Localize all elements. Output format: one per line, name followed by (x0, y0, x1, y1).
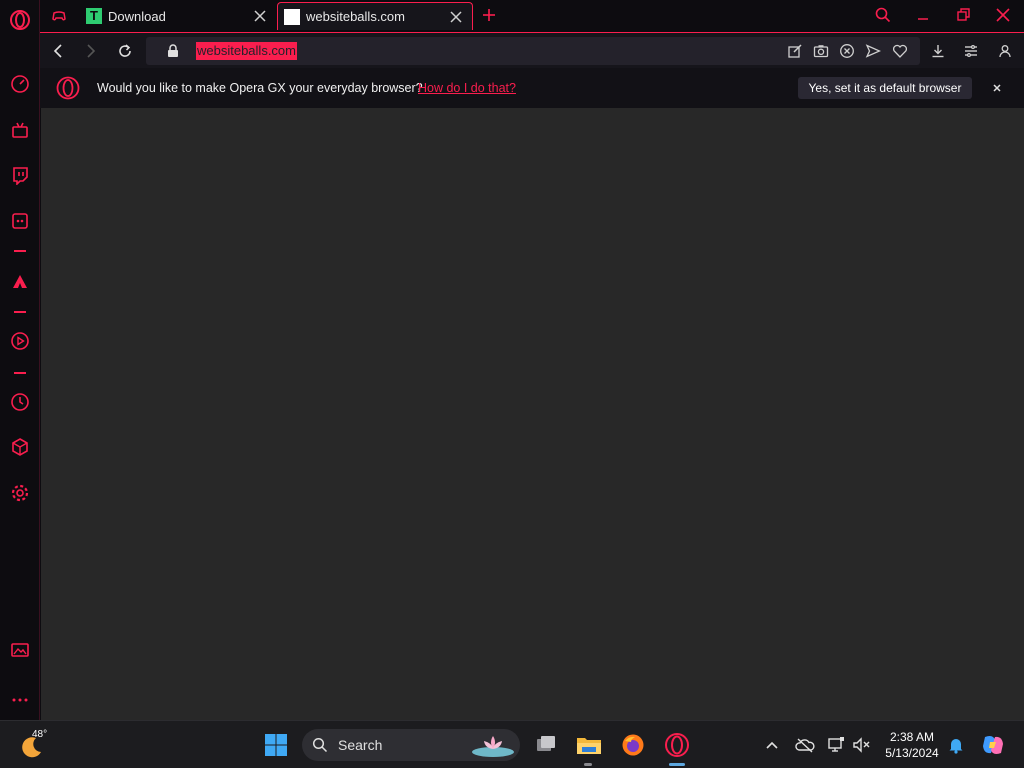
weather-temp: 48° (32, 729, 48, 740)
new-tab-plus-icon[interactable] (480, 6, 498, 24)
address-bar[interactable]: websiteballs.com (146, 37, 920, 65)
opera-sidebar (0, 0, 40, 720)
heart-bookmark-icon[interactable] (891, 42, 909, 60)
system-clock[interactable]: 2:38 AM 5/13/2024 (882, 729, 942, 761)
settings-gear-icon[interactable] (8, 481, 32, 505)
forward-arrow-icon[interactable] (81, 41, 101, 61)
tab-download[interactable]: T Download (78, 2, 276, 30)
clock-time: 2:38 AM (889, 730, 935, 744)
lock-icon[interactable] (164, 42, 182, 60)
active-app-indicator (669, 763, 685, 766)
notification-bell-icon[interactable] (946, 735, 966, 755)
opera-logo-icon (56, 76, 80, 100)
clock-date: 5/13/2024 (885, 746, 939, 760)
aria-icon[interactable] (8, 269, 32, 293)
profile-icon[interactable] (995, 41, 1015, 61)
infobar-message: Would you like to make Opera GX your eve… (97, 81, 423, 95)
lotus-flower-icon (470, 732, 516, 758)
url-text[interactable]: websiteballs.com (196, 42, 297, 60)
page-content[interactable] (41, 108, 1024, 720)
close-tab-icon[interactable] (448, 9, 464, 25)
set-default-browser-button[interactable]: Yes, set it as default browser (798, 77, 972, 99)
screen: T Download websiteballs.com websiteballs… (0, 0, 1024, 768)
extensions-cube-icon[interactable] (8, 435, 32, 459)
browser-toolbar: websiteballs.com (40, 32, 1024, 68)
discord-icon[interactable] (8, 209, 32, 233)
speedometer-icon[interactable] (8, 72, 32, 96)
gx-control-icon[interactable] (50, 7, 68, 25)
taskbar-search[interactable]: Search (302, 729, 520, 761)
task-view-icon[interactable] (532, 731, 560, 759)
send-icon[interactable] (864, 42, 882, 60)
edit-icon[interactable] (786, 42, 804, 60)
t-favicon-icon: T (86, 8, 102, 24)
tab-title: Download (108, 8, 166, 24)
sidebar-separator (14, 311, 26, 313)
onedrive-offline-icon[interactable] (795, 735, 815, 755)
wallpaper-image-icon[interactable] (8, 638, 32, 662)
firefox-icon[interactable] (619, 731, 647, 759)
easy-setup-icon[interactable] (961, 41, 981, 61)
minimize-icon[interactable] (914, 6, 932, 24)
more-dots-icon[interactable] (8, 688, 32, 712)
history-clock-icon[interactable] (8, 390, 32, 414)
gx-corner-icon[interactable] (8, 118, 32, 142)
running-indicator (584, 763, 592, 766)
opera-logo-icon[interactable] (8, 8, 32, 32)
search-label: Search (338, 737, 383, 753)
how-to-link[interactable]: How do I do that? (418, 81, 516, 95)
tab-title: websiteballs.com (306, 9, 405, 24)
search-icon (312, 737, 328, 753)
player-icon[interactable] (8, 329, 32, 353)
windows-taskbar: 48° Search 2:38 AM 5/13/2024 (0, 720, 1024, 768)
close-tab-icon[interactable] (252, 8, 268, 24)
file-explorer-icon[interactable] (575, 731, 603, 759)
volume-muted-icon[interactable] (852, 735, 872, 755)
back-arrow-icon[interactable] (48, 41, 68, 61)
window-close-icon[interactable] (994, 6, 1012, 24)
restore-icon[interactable] (954, 6, 972, 24)
chevron-up-icon[interactable] (762, 735, 782, 755)
default-browser-infobar: Would you like to make Opera GX your eve… (40, 68, 1024, 108)
twitch-icon[interactable] (8, 163, 32, 187)
close-infobar-icon[interactable] (990, 81, 1004, 95)
tab-strip: T Download websiteballs.com (40, 0, 1024, 32)
windows-start-icon[interactable] (262, 731, 290, 759)
camera-snapshot-icon[interactable] (812, 42, 830, 60)
sidebar-separator (14, 250, 26, 252)
network-monitor-icon[interactable] (826, 735, 846, 755)
tab-search-icon[interactable] (874, 6, 892, 24)
blank-page-icon (284, 8, 300, 25)
copilot-icon[interactable] (980, 732, 1006, 758)
sidebar-separator (14, 372, 26, 374)
reload-icon[interactable] (115, 41, 135, 61)
tab-websiteballs[interactable]: websiteballs.com (277, 2, 473, 30)
ad-block-icon[interactable] (838, 42, 856, 60)
opera-gx-taskbar-icon[interactable] (663, 731, 691, 759)
downloads-icon[interactable] (928, 41, 948, 61)
